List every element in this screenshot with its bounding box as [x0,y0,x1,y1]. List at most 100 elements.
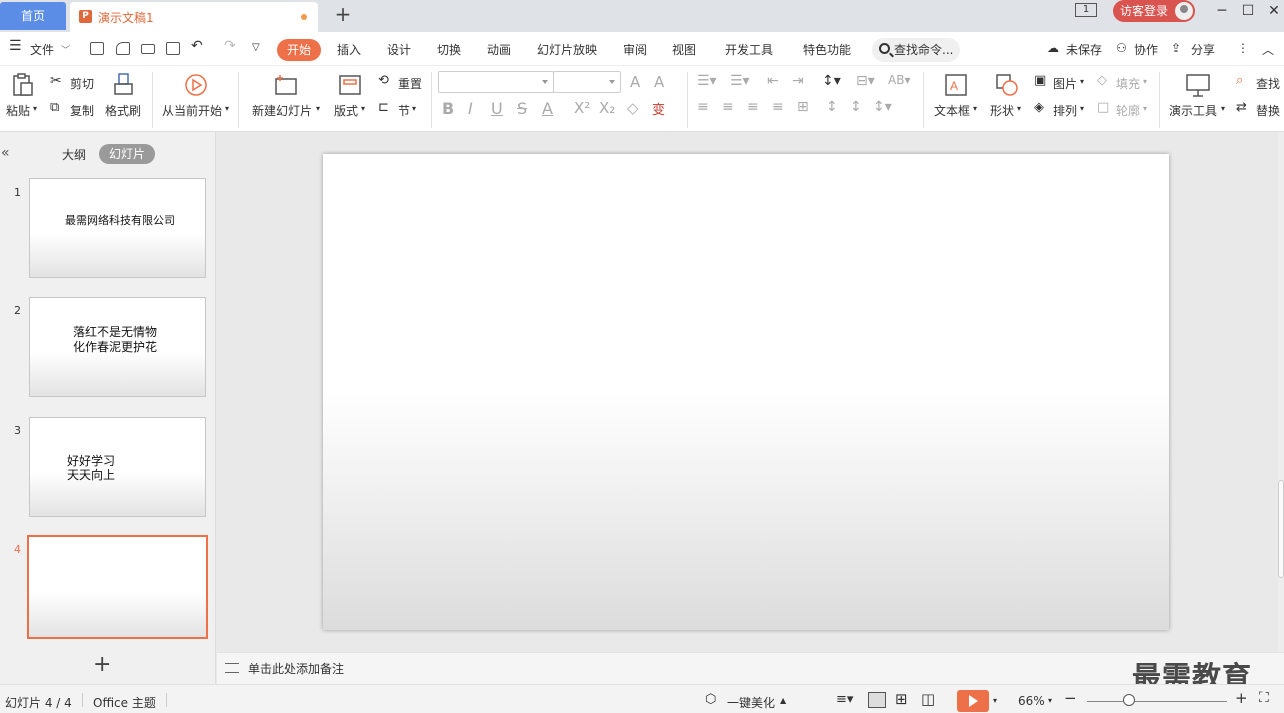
zoom-in-icon[interactable]: + [1235,689,1248,707]
justify-icon[interactable]: ≡ [772,99,784,115]
menu-slideshow[interactable]: 幻灯片放映 [537,41,597,58]
slide-sorter-icon[interactable]: ⊞ [895,690,908,708]
vertical-scrollbar[interactable] [1278,132,1284,684]
find-button[interactable]: 查找 [1256,75,1280,92]
quick-access-more-icon[interactable]: ▽ [252,42,260,53]
current-slide[interactable] [323,154,1169,630]
fill-dropdown-icon[interactable]: ▾ [1143,77,1147,86]
paste-dropdown-icon[interactable]: ▾ [33,104,37,113]
scrollbar-thumb[interactable] [1278,480,1284,578]
zoom-slider-knob[interactable] [1123,694,1135,706]
slide-thumbnail-3[interactable]: 好好学习 天天向上 [29,417,206,517]
beautify-dropdown-icon[interactable]: ▲ [780,696,786,705]
collapse-ribbon-icon[interactable]: ︿ [1262,41,1274,58]
copy-button[interactable]: 复制 [70,102,94,119]
slide-thumbnail-2[interactable]: 落红不是无情物 化作春泥更护花 [29,297,206,397]
guest-login-button[interactable]: 访客登录 [1113,0,1195,22]
zoom-level[interactable]: 66% [1018,694,1045,708]
chevron-down-icon[interactable]: ﹀ [61,43,70,56]
presentation-tools-dropdown-icon[interactable]: ▾ [1221,104,1225,113]
picture-button[interactable]: 图片 [1053,75,1077,92]
italic-icon[interactable]: I [468,99,473,118]
arrange-dropdown-icon[interactable]: ▾ [1080,104,1084,113]
reading-view-icon[interactable]: ◫ [921,690,935,708]
fit-window-icon[interactable]: ⛶ [1259,690,1269,706]
menu-view[interactable]: 视图 [672,41,696,58]
menu-design[interactable]: 设计 [387,41,411,58]
fill-button[interactable]: 填充 [1116,75,1140,92]
print-icon[interactable] [141,44,155,54]
textbox-button[interactable]: 文本框 [934,102,970,119]
align-right-icon[interactable]: ≡ [747,99,759,115]
from-current-dropdown-icon[interactable]: ▾ [225,104,229,113]
slide-thumbnail-4[interactable] [27,535,208,639]
numbering-icon[interactable]: ☰▾ [730,73,750,89]
save-icon[interactable] [90,42,104,55]
format-painter-button[interactable]: 格式刷 [105,102,141,119]
zoom-slider[interactable] [1087,701,1227,702]
menu-file[interactable]: 文件 [30,41,54,58]
new-slide-button[interactable]: 新建幻灯片 [252,102,312,119]
strikethrough-icon[interactable]: S [517,99,527,118]
text-wrap-icon[interactable]: AB▾ [888,73,910,87]
undo-icon[interactable]: ↶ [191,38,203,54]
increase-font-icon[interactable]: A [630,73,640,91]
spacing-options-icon[interactable]: ↕▾ [873,99,892,115]
subscript-icon[interactable]: X₂ [599,99,615,117]
presentation-tools-button[interactable]: 演示工具 [1169,102,1217,119]
font-color-icon[interactable]: A [542,99,553,118]
slide-thumbnail-1[interactable]: 最需网络科技有限公司 [29,178,206,278]
tab-outline[interactable]: 大纲 [62,146,86,163]
hamburger-icon[interactable]: ☰ [9,38,22,54]
play-dropdown-icon[interactable]: ▾ [993,696,997,705]
outline-dropdown-icon[interactable]: ▾ [1143,104,1147,113]
add-slide-button[interactable]: + [93,652,111,677]
decrease-indent-icon[interactable]: ⇤ [767,73,779,89]
collapse-panel-icon[interactable]: « [1,145,10,161]
section-dropdown-icon[interactable]: ▾ [412,104,416,113]
decrease-font-icon[interactable]: A [654,73,664,91]
increase-indent-icon[interactable]: ⇥ [792,73,804,89]
underline-icon[interactable]: U [491,99,503,118]
shape-button[interactable]: 形状 [990,102,1014,119]
menu-developer[interactable]: 开发工具 [725,41,773,58]
menu-start[interactable]: 开始 [277,39,321,61]
menu-review[interactable]: 审阅 [623,41,647,58]
theme-name[interactable]: Office 主题 [93,694,156,711]
font-size-select[interactable] [553,71,621,93]
tab-home[interactable]: 首页 [0,2,66,30]
distribute-icon[interactable]: ⊞ [797,99,809,115]
paste-button[interactable]: 粘贴 [6,102,30,119]
play-slideshow-button[interactable] [957,690,989,712]
pinyin-icon[interactable]: 变 [652,99,665,118]
align-text-icon[interactable]: ⊟▾ [856,73,875,89]
window-count-badge[interactable]: 1 [1075,3,1097,17]
add-tab-button[interactable]: + [332,4,354,26]
reset-button[interactable]: 重置 [398,75,422,92]
new-slide-dropdown-icon[interactable]: ▾ [316,104,320,113]
export-icon[interactable] [116,42,130,55]
close-icon[interactable]: ✕ [1264,2,1284,22]
redo-icon[interactable]: ↷ [224,38,236,54]
cut-button[interactable]: 剪切 [70,75,94,92]
picture-dropdown-icon[interactable]: ▾ [1080,77,1084,86]
arrange-button[interactable]: 排列 [1053,102,1077,119]
menu-insert[interactable]: 插入 [337,41,361,58]
zoom-dropdown-icon[interactable]: ▾ [1048,696,1052,705]
font-family-select[interactable] [438,71,554,93]
zoom-out-icon[interactable]: − [1064,689,1077,707]
menu-special[interactable]: 特色功能 [803,41,851,58]
unsaved-status[interactable]: 未保存 [1066,41,1102,58]
minimize-icon[interactable]: ─ [1212,2,1232,22]
from-current-button[interactable]: 从当前开始 [162,102,222,119]
layout-button[interactable]: 版式 [334,102,358,119]
notes-pane[interactable]: 单击此处添加备注 [217,652,1284,684]
command-search[interactable]: 查找命令... [872,38,960,62]
menu-transition[interactable]: 切换 [437,41,461,58]
menu-animation[interactable]: 动画 [487,41,511,58]
textbox-dropdown-icon[interactable]: ▾ [973,104,977,113]
section-button[interactable]: 节 [398,102,410,119]
beautify-button[interactable]: 一键美化 [727,694,775,711]
print-preview-icon[interactable] [166,42,180,55]
text-direction-icon[interactable]: ↕▾ [822,73,841,89]
